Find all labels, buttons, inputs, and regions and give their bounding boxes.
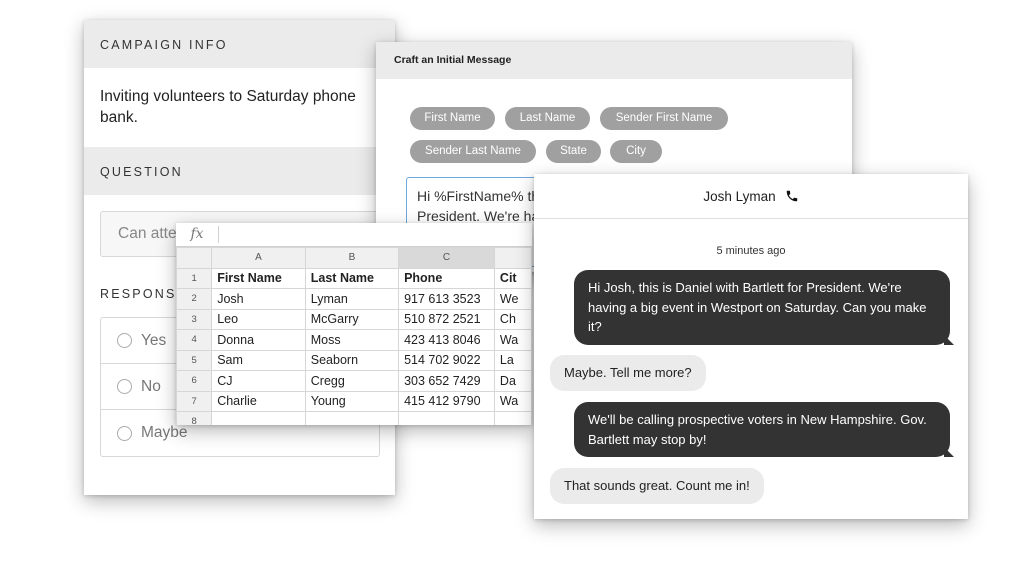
cell[interactable]: Da — [493, 370, 532, 392]
cell[interactable]: 415 412 9790 — [398, 390, 495, 412]
table-row: 3 Leo McGarry 510 872 2521 Ch — [176, 308, 532, 330]
column-header[interactable]: C — [398, 247, 495, 269]
cell[interactable]: Wa — [493, 390, 532, 412]
cell[interactable]: Seaborn — [304, 349, 400, 371]
cell[interactable]: Moss — [304, 329, 400, 351]
sheet-grid: A B C 1 First Name Last Name Phone Cit 2… — [176, 247, 532, 425]
row-number[interactable]: 5 — [176, 349, 213, 371]
cell[interactable]: McGarry — [304, 308, 400, 330]
incoming-message: That sounds great. Count me in! — [550, 468, 764, 504]
incoming-message: Maybe. Tell me more? — [550, 355, 706, 391]
column-header[interactable] — [493, 247, 532, 269]
table-row: 4 Donna Moss 423 413 8046 Wa — [176, 329, 532, 351]
cell[interactable]: 514 702 9022 — [398, 349, 495, 371]
formula-bar[interactable]: fx — [176, 223, 532, 247]
chat-header: Josh Lyman — [534, 174, 968, 219]
fx-icon: fx — [176, 226, 219, 243]
row-number[interactable]: 8 — [176, 411, 213, 425]
table-row: 7 Charlie Young 415 412 9790 Wa — [176, 390, 532, 412]
contacts-spreadsheet: fx A B C 1 First Name Last Name Phone Ci… — [176, 223, 532, 425]
table-row: 6 CJ Cregg 303 652 7429 Da — [176, 370, 532, 392]
cell[interactable]: Sam — [211, 349, 306, 371]
row-number[interactable]: 2 — [176, 288, 213, 310]
radio-icon[interactable] — [117, 333, 132, 348]
cell[interactable]: Wa — [493, 329, 532, 351]
radio-icon[interactable] — [117, 379, 132, 394]
cell[interactable]: Donna — [211, 329, 306, 351]
row-number[interactable]: 7 — [176, 390, 213, 412]
token-last-name[interactable]: Last Name — [505, 107, 590, 130]
cell[interactable]: CJ — [211, 370, 306, 392]
cell[interactable]: We — [493, 288, 532, 310]
token-sender-first-name[interactable]: Sender First Name — [600, 107, 728, 130]
token-sender-last-name[interactable]: Sender Last Name — [410, 140, 536, 163]
campaign-info-heading: CAMPAIGN INFO — [84, 20, 395, 68]
token-first-name[interactable]: First Name — [410, 107, 495, 130]
cell[interactable]: Phone — [398, 267, 495, 289]
cell[interactable]: Young — [304, 390, 400, 412]
table-row: 2 Josh Lyman 917 613 3523 We — [176, 288, 532, 310]
message-timestamp: 5 minutes ago — [716, 245, 786, 257]
cell[interactable]: 510 872 2521 — [398, 308, 495, 330]
column-header[interactable]: B — [304, 247, 400, 269]
cell[interactable]: Ch — [493, 308, 532, 330]
question-heading: QUESTION — [84, 147, 395, 195]
cell[interactable] — [398, 411, 495, 425]
row-number[interactable]: 1 — [176, 267, 213, 289]
message-heading: Craft an Initial Message — [376, 42, 852, 79]
cell[interactable]: Charlie — [211, 390, 306, 412]
cell[interactable]: La — [493, 349, 532, 371]
row-number[interactable]: 4 — [176, 329, 213, 351]
cell[interactable] — [493, 411, 532, 425]
cell[interactable]: Josh — [211, 288, 306, 310]
table-row: 8 — [176, 411, 532, 425]
table-row: 5 Sam Seaborn 514 702 9022 La — [176, 349, 532, 371]
outgoing-message: We'll be calling prospective voters in N… — [574, 402, 954, 457]
cell[interactable]: Cregg — [304, 370, 400, 392]
cell[interactable] — [304, 411, 400, 425]
row-number[interactable]: 6 — [176, 370, 213, 392]
radio-icon[interactable] — [117, 425, 132, 441]
cell[interactable]: 303 652 7429 — [398, 370, 495, 392]
contact-name: Josh Lyman — [703, 188, 776, 204]
cell[interactable]: Cit — [493, 267, 532, 289]
phone-icon[interactable] — [785, 189, 799, 203]
row-number[interactable]: 3 — [176, 308, 213, 330]
cell[interactable]: 423 413 8046 — [398, 329, 495, 351]
column-header[interactable]: A — [211, 247, 306, 269]
cell[interactable]: First Name — [211, 267, 306, 289]
chat-panel: Josh Lyman 5 minutes ago Hi Josh, this i… — [534, 174, 968, 519]
outgoing-message: Hi Josh, this is Daniel with Bartlett fo… — [574, 270, 954, 345]
response-label: No — [141, 377, 161, 395]
cell[interactable]: Last Name — [304, 267, 400, 289]
response-label: Maybe — [141, 424, 188, 441]
cell[interactable]: Leo — [211, 308, 306, 330]
table-row: 1 First Name Last Name Phone Cit — [176, 267, 532, 289]
responses-heading: RESPONS — [100, 287, 177, 301]
response-label: Yes — [141, 331, 167, 349]
corner-cell[interactable] — [176, 247, 213, 269]
token-state[interactable]: State — [546, 140, 601, 163]
cell[interactable]: 917 613 3523 — [398, 288, 495, 310]
campaign-info-text: Inviting volunteers to Saturday phone ba… — [100, 88, 356, 126]
cell[interactable]: Lyman — [304, 288, 400, 310]
token-city[interactable]: City — [610, 140, 662, 163]
cell[interactable] — [211, 411, 306, 425]
